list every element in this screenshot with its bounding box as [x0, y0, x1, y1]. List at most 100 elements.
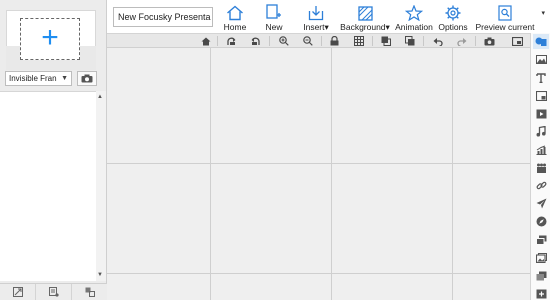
- music-icon: [536, 126, 546, 137]
- bring-forward-icon: [381, 36, 391, 46]
- zoom-out-button[interactable]: [301, 35, 314, 47]
- redo-button[interactable]: [455, 35, 468, 47]
- scroll-down-icon[interactable]: ▼: [97, 272, 103, 278]
- image-tool-button[interactable]: [533, 52, 549, 67]
- preview-icon: [498, 5, 512, 21]
- more-tools-button[interactable]: [533, 286, 549, 300]
- background-icon: [357, 6, 373, 21]
- compass-icon: [536, 216, 546, 227]
- lock-button[interactable]: [328, 35, 341, 47]
- insert-tool-strip: [530, 33, 550, 300]
- fullscreen-button[interactable]: [511, 35, 524, 47]
- add-frame-button[interactable]: +: [20, 18, 80, 60]
- frame-type-select[interactable]: Invisible Fran ▼: [5, 71, 72, 86]
- home-icon: [227, 5, 243, 21]
- video-icon: [536, 109, 546, 118]
- chart-tool-button[interactable]: [533, 142, 549, 157]
- new-label: New: [265, 22, 283, 32]
- frame-type-value: Invisible Fran: [9, 74, 57, 83]
- rotate-left-icon: [227, 37, 236, 45]
- new-page-icon: [266, 4, 281, 19]
- zoom-in-button[interactable]: [277, 35, 290, 47]
- music-tool-button[interactable]: [533, 124, 549, 139]
- preview-current-button[interactable]: Preview current: [475, 1, 535, 32]
- zoom-out-icon: [302, 36, 313, 46]
- ribbon-collapse-icon[interactable]: ▾: [541, 9, 545, 17]
- shape-tool-button[interactable]: [533, 34, 549, 49]
- chart-icon: [536, 145, 546, 155]
- camera-icon: [81, 74, 93, 83]
- list-settings-icon: [48, 287, 59, 297]
- people-icon: [536, 163, 546, 173]
- compass-tool-button[interactable]: [533, 214, 549, 229]
- layers-icon: [85, 287, 95, 297]
- frame-settings-button[interactable]: [36, 284, 72, 300]
- layers-tool-button[interactable]: [533, 232, 549, 247]
- text-tool-button[interactable]: [533, 70, 549, 85]
- animation-star-icon: [405, 5, 423, 21]
- insert-label: Insert▾: [303, 22, 329, 32]
- home-small-icon: [201, 37, 210, 45]
- rotate-left-button[interactable]: [225, 35, 238, 47]
- grid-line-horizontal: [107, 163, 530, 164]
- copy-layer-tool-button[interactable]: [533, 268, 549, 283]
- home-button[interactable]: Home: [219, 1, 251, 32]
- plane-icon: [536, 198, 546, 209]
- options-label: Options: [438, 22, 468, 32]
- frame-panel: + Invisible Fran ▼ ▲ ▼: [0, 0, 107, 300]
- zoom-in-icon: [278, 36, 289, 46]
- toolbar-divider: [321, 36, 322, 46]
- options-button[interactable]: Options: [437, 1, 469, 32]
- preview-current-label: Preview current: [475, 22, 535, 32]
- frame-tool-button[interactable]: [533, 88, 549, 103]
- presentation-title-field[interactable]: New Focusky Presenta: [113, 7, 213, 27]
- bring-forward-button[interactable]: [379, 35, 392, 47]
- background-label: Background▾: [340, 22, 390, 32]
- focusky-editor: + Invisible Fran ▼ ▲ ▼ New Focusky Prese…: [0, 0, 550, 300]
- stack-icon: [535, 235, 546, 245]
- toolbar-divider: [217, 36, 218, 46]
- toolbar-divider: [372, 36, 373, 46]
- video-tool-button[interactable]: [533, 106, 549, 121]
- snapshot-button[interactable]: [77, 71, 97, 86]
- animation-button[interactable]: Animation: [394, 1, 434, 32]
- rotate-right-button[interactable]: [249, 35, 262, 47]
- redo-icon: [456, 37, 466, 46]
- frame-list-scrollbar[interactable]: ▲ ▼: [96, 91, 106, 281]
- people-tool-button[interactable]: [533, 160, 549, 175]
- editing-canvas[interactable]: [107, 48, 530, 300]
- gear-icon: [445, 5, 461, 21]
- chevron-down-icon: ▼: [61, 75, 68, 82]
- home-view-button[interactable]: [199, 35, 212, 47]
- animation-label: Animation: [395, 22, 433, 32]
- picture-frame-tool-button[interactable]: [533, 250, 549, 265]
- main-ribbon: New Focusky Presenta Home New Insert▾ Ba…: [107, 0, 550, 33]
- send-backward-icon: [404, 36, 414, 46]
- frame-list[interactable]: [0, 91, 96, 281]
- camera-icon: [484, 37, 495, 45]
- more-icon: [536, 289, 546, 298]
- grid-button[interactable]: [352, 35, 365, 47]
- edit-toolbar: [107, 33, 530, 48]
- resize-icon: [12, 287, 23, 297]
- undo-button[interactable]: [431, 35, 444, 47]
- presentation-title-value: New Focusky Presenta: [118, 12, 211, 22]
- screenshot-button[interactable]: [483, 35, 496, 47]
- scroll-up-icon[interactable]: ▲: [97, 94, 103, 100]
- flash-tool-button[interactable]: [533, 196, 549, 211]
- picture-frame-icon: [535, 252, 547, 263]
- background-menu-button[interactable]: Background▾: [339, 1, 391, 32]
- link-tool-button[interactable]: [533, 178, 549, 193]
- lock-icon: [330, 36, 339, 46]
- new-button[interactable]: New: [259, 1, 289, 32]
- grid-line-vertical: [210, 48, 211, 300]
- frame-layers-button[interactable]: [72, 284, 107, 300]
- toolbar-divider: [269, 36, 270, 46]
- insert-menu-button[interactable]: Insert▾: [299, 1, 333, 32]
- grid-line-horizontal: [107, 273, 530, 274]
- plus-icon: +: [41, 21, 59, 54]
- send-backward-button[interactable]: [403, 35, 416, 47]
- image-icon: [535, 55, 547, 64]
- fit-frame-button[interactable]: [0, 284, 36, 300]
- frame-panel-footer: [0, 283, 107, 300]
